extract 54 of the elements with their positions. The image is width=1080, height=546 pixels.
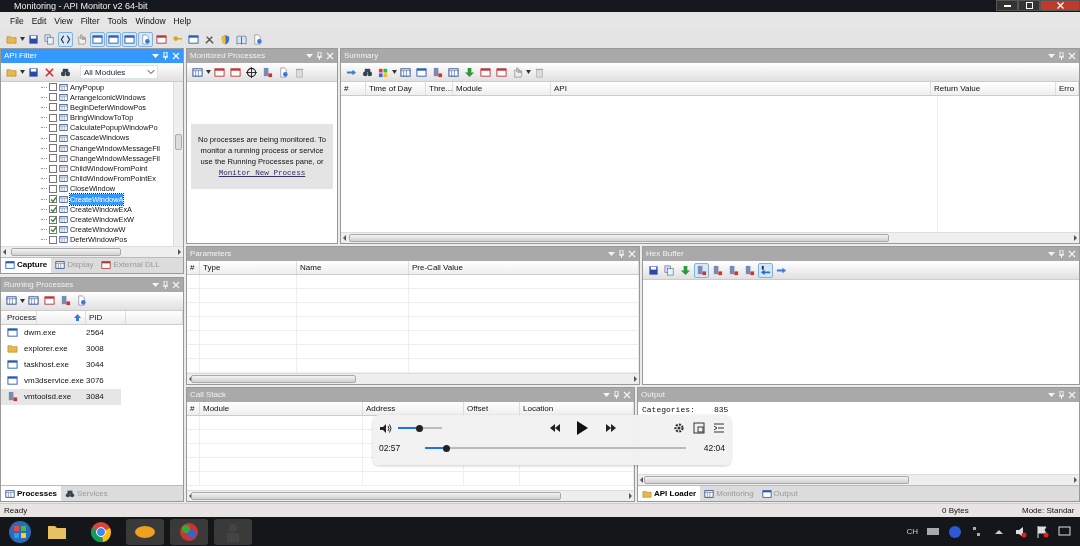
menu-item[interactable]: Filter — [76, 14, 104, 28]
column-header[interactable]: Return Value — [931, 82, 1056, 95]
column-header[interactable]: # — [187, 261, 200, 274]
language-indicator[interactable]: CH — [906, 525, 918, 538]
process-name: taskhost.exe — [24, 358, 69, 371]
output-value: 835 — [714, 404, 729, 416]
process-name: explorer.exe — [24, 342, 68, 355]
column-header[interactable]: PID — [86, 310, 126, 324]
pid: 2564 — [86, 326, 105, 339]
column-header[interactable]: Thre... — [426, 82, 453, 95]
column-header[interactable]: Type — [200, 261, 297, 274]
column-header[interactable]: # — [341, 82, 366, 95]
column-header[interactable]: Process — [4, 310, 37, 324]
panel-title: Running Processes — [4, 278, 74, 291]
column-header[interactable]: Module — [200, 402, 363, 415]
column-header[interactable]: Module — [453, 82, 551, 95]
menu-item[interactable]: File — [6, 14, 28, 28]
column-header[interactable]: Pre-Call Value — [409, 261, 639, 274]
column-header[interactable]: # — [187, 402, 200, 415]
output-key: Categories: — [642, 404, 714, 416]
tab[interactable]: API Loader — [638, 486, 701, 501]
menu-item[interactable]: Tools — [103, 14, 132, 28]
table-row[interactable]: vmtoolsd.exe 3084 — [1, 388, 121, 405]
module-dropdown[interactable]: All Modules — [80, 65, 158, 79]
process-name: vm3dservice.exe — [24, 374, 85, 387]
duration: 42:04 — [703, 442, 725, 455]
panel-title: Output — [641, 389, 665, 401]
current-time: 02:57 — [379, 442, 402, 455]
menu-item[interactable]: Help — [169, 14, 196, 28]
pid: 3084 — [86, 390, 105, 403]
panel-title: Call Stack — [190, 389, 226, 401]
pid: 3044 — [86, 358, 105, 371]
window-title: Monitoring - API Monitor v2 64-bit — [13, 0, 148, 12]
menu-item[interactable]: Edit — [27, 14, 51, 28]
tab[interactable]: Processes — [1, 486, 62, 501]
byte-count: 0 Bytes — [942, 504, 970, 517]
mode-text: Mode: Standar — [1022, 504, 1076, 517]
menu-item[interactable]: Window — [131, 14, 170, 28]
menu-item[interactable]: View — [50, 14, 77, 28]
column-header[interactable]: Name — [297, 261, 409, 274]
panel-title: Monitored Processes — [190, 50, 266, 62]
process-name: vmtoolsd.exe — [24, 390, 72, 403]
panel-title: Summary — [344, 50, 379, 62]
column-header[interactable]: Erro — [1056, 82, 1079, 95]
process-name: dwm.exe — [24, 326, 56, 339]
status-text: Ready — [3, 504, 28, 517]
column-header[interactable]: API — [551, 82, 931, 95]
column-header[interactable]: Time of Day — [366, 82, 426, 95]
panel-title: Hex Buffer — [646, 248, 684, 260]
pid: 3008 — [86, 342, 105, 355]
tab[interactable]: Capture — [1, 257, 52, 273]
pid: 3076 — [86, 374, 105, 387]
panel-title: Parameters — [190, 248, 232, 260]
panel-title: API Filter — [4, 50, 37, 62]
